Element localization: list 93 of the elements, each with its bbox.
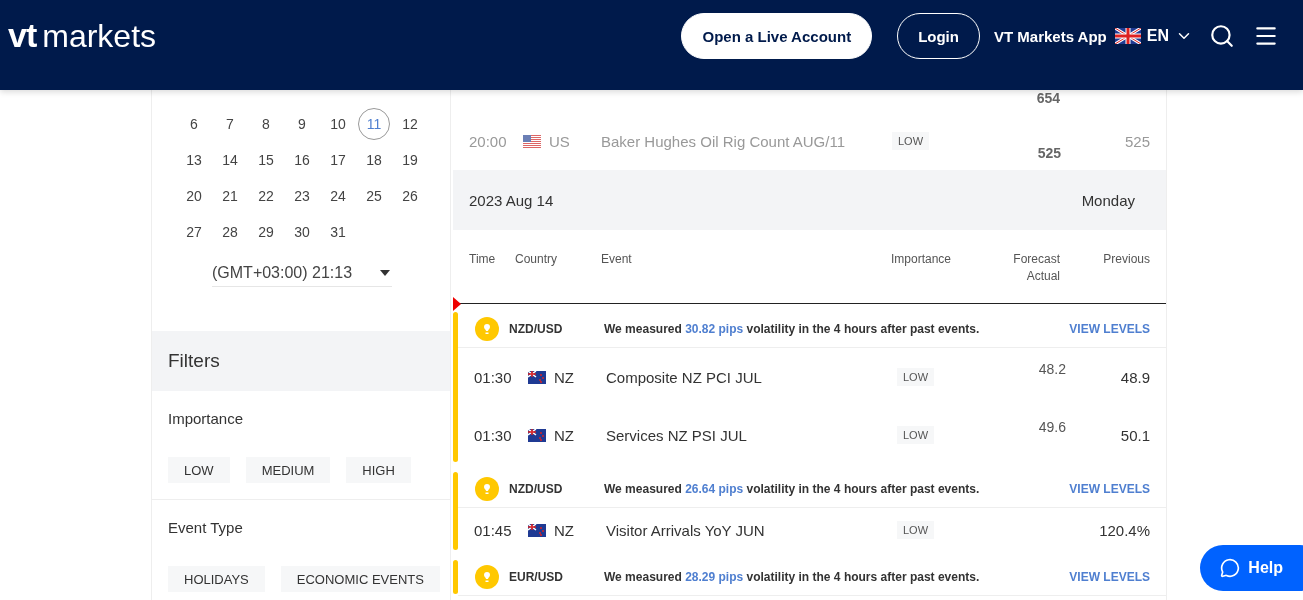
importance-tag: LOW xyxy=(897,368,935,386)
time-cell-text: 20:00 xyxy=(469,132,508,150)
column-header: Actual xyxy=(1026,269,1060,283)
calendar-day[interactable]: 22 xyxy=(250,180,282,212)
calendar-day[interactable]: 30 xyxy=(286,216,318,248)
calendar-day[interactable]: 27 xyxy=(178,216,210,248)
time-cell-text: 01:45 xyxy=(474,521,513,539)
lightbulb-icon xyxy=(475,316,499,341)
currency-pair: NZD/USD xyxy=(509,321,564,336)
column-header: Previous xyxy=(1103,252,1150,266)
flag-icon xyxy=(1114,28,1141,44)
filters-title: Filters xyxy=(168,350,220,372)
column-header: Forecast xyxy=(1013,252,1060,266)
flag-icon xyxy=(528,523,546,537)
country-cell-text: US xyxy=(549,132,571,150)
currency-pair: NZD/USD xyxy=(509,481,564,496)
lightbulb-icon xyxy=(475,564,499,589)
filter-chip[interactable]: ECONOMIC EVENTS xyxy=(280,566,440,592)
importance-tag: LOW xyxy=(892,132,930,150)
previous-value: 525 xyxy=(1124,132,1150,150)
language-selector[interactable]: EN xyxy=(1114,27,1193,45)
group-bar xyxy=(453,560,458,594)
filter-chip[interactable]: LOW xyxy=(168,457,230,483)
calendar-day[interactable]: 28 xyxy=(214,216,246,248)
time-cell-text: 01:30 xyxy=(474,426,513,444)
calendar-day[interactable]: 31 xyxy=(322,216,354,248)
view-levels-link[interactable]: VIEW LEVELS xyxy=(1069,569,1150,584)
lightbulb-icon xyxy=(475,476,499,501)
calendar-day[interactable]: 23 xyxy=(286,180,318,212)
forecast-value: 49.6 xyxy=(1038,419,1066,435)
country-cell-text: NZ xyxy=(554,426,575,444)
calendar-day[interactable]: 25 xyxy=(358,180,390,212)
importance-tag: LOW xyxy=(897,521,935,539)
calendar-day[interactable]: 14 xyxy=(214,144,246,176)
filter-chip[interactable]: HIGH xyxy=(346,457,411,483)
column-header: Event xyxy=(601,252,632,266)
previous-value: 50.1 xyxy=(1120,426,1150,444)
importance-tag: LOW xyxy=(897,426,935,444)
flag-icon xyxy=(528,370,546,384)
volatility-message: We measured 26.64 pips volatility in the 4 hours after past events. xyxy=(604,481,980,496)
filter-chip[interactable]: HOLIDAYS xyxy=(168,566,265,592)
calendar-day[interactable]: 21 xyxy=(214,180,246,212)
column-header: Country xyxy=(515,252,558,266)
calendar-day[interactable]: 16 xyxy=(286,144,318,176)
timezone-select[interactable]: (GMT+03:00) 21:13 xyxy=(212,264,392,287)
logo[interactable]: vt markets xyxy=(8,15,157,55)
calendar-day[interactable]: 9 xyxy=(286,108,318,140)
chat-icon xyxy=(1220,558,1241,578)
calendar-day[interactable]: 10 xyxy=(322,108,354,140)
calendar-day[interactable]: 24 xyxy=(322,180,354,212)
previous-value: 120.4% xyxy=(1099,521,1150,539)
previous-value: 48.9 xyxy=(1120,368,1150,386)
flag-icon xyxy=(523,134,541,148)
country-cell-text: NZ xyxy=(554,368,575,386)
calendar-day[interactable]: 20 xyxy=(178,180,210,212)
column-header: Time xyxy=(469,252,496,266)
currency-pair: EUR/USD xyxy=(509,569,564,584)
view-levels-link[interactable]: VIEW LEVELS xyxy=(1069,481,1150,496)
country-cell-text: NZ xyxy=(554,521,575,539)
event-name[interactable]: Services NZ PSI JUL xyxy=(606,426,897,444)
now-marker xyxy=(453,297,461,311)
actual-value: 525 xyxy=(1037,145,1061,161)
calendar-day[interactable]: 13 xyxy=(178,144,210,176)
calendar-day[interactable]: 26 xyxy=(394,180,426,212)
help-button[interactable]: Help xyxy=(1200,545,1303,591)
view-levels-link[interactable]: VIEW LEVELS xyxy=(1069,321,1150,336)
caret-icon xyxy=(380,270,390,276)
volatility-message: We measured 28.29 pips volatility in the 4 hours after past events. xyxy=(604,569,980,584)
calendar-day[interactable]: 7 xyxy=(214,108,246,140)
calendar-day[interactable]: 18 xyxy=(358,144,390,176)
calendar-day[interactable]: 19 xyxy=(394,144,426,176)
open-account-button[interactable]: Open a Live Account xyxy=(681,13,873,59)
filter-chip[interactable]: MEDIUM xyxy=(245,457,331,483)
calendar-day[interactable]: 8 xyxy=(250,108,282,140)
calendar-day[interactable]: 15 xyxy=(250,144,282,176)
time-cell-text: 01:30 xyxy=(474,368,513,386)
event-name[interactable]: Composite NZ PCI JUL xyxy=(606,368,897,386)
app-link[interactable]: VT Markets App xyxy=(993,27,1107,45)
flag-icon xyxy=(528,428,546,442)
event-name[interactable]: Visitor Arrivals YoY JUN xyxy=(606,521,897,539)
forecast-value: 48.2 xyxy=(1038,361,1066,377)
actual-value: 654 xyxy=(1036,90,1060,108)
date-text: 2023 Aug 14 xyxy=(469,191,554,209)
column-header: Importance xyxy=(891,252,952,266)
filter-label: Event Type xyxy=(168,519,244,536)
volatility-message: We measured 30.82 pips volatility in the 4 hours after past events. xyxy=(604,321,980,336)
calendar-day[interactable]: 12 xyxy=(394,108,426,140)
calendar-day[interactable]: 17 xyxy=(322,144,354,176)
calendar-day[interactable]: 29 xyxy=(250,216,282,248)
calendar-day[interactable]: 6 xyxy=(178,108,210,140)
weekday-text: Monday xyxy=(1081,191,1135,209)
filter-label: Importance xyxy=(168,410,245,427)
search-button[interactable] xyxy=(1209,23,1235,49)
